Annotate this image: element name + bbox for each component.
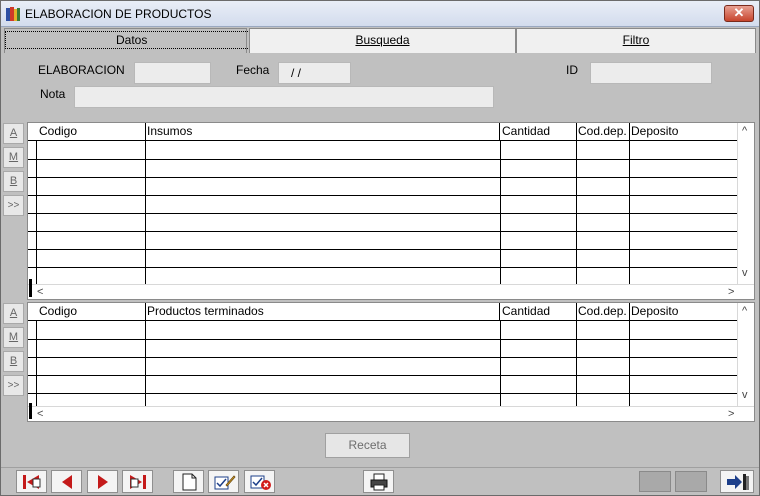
scroll-up-icon[interactable]: ^: [742, 125, 747, 137]
productos-horizontal-scrollbar[interactable]: < >: [28, 403, 754, 421]
tab-filtro-label: Filtro: [622, 33, 650, 47]
table-row[interactable]: [28, 357, 738, 358]
insumos-add-button[interactable]: A: [3, 123, 24, 144]
nota-field[interactable]: [74, 86, 494, 108]
insumos-col-deposito[interactable]: Deposito: [629, 123, 739, 141]
table-row[interactable]: [28, 339, 738, 340]
print-icon: [370, 473, 388, 491]
table-row[interactable]: [28, 195, 738, 196]
elaboracion-label: ELABORACION: [38, 63, 125, 77]
insumos-grid-header: Codigo Insumos Cantidad Cod.dep. Deposit…: [28, 123, 754, 141]
receta-button[interactable]: Receta: [325, 433, 410, 458]
productos-vertical-scrollbar[interactable]: ^ v: [737, 303, 754, 406]
close-icon: ✕: [733, 5, 745, 20]
edit-record-button[interactable]: [208, 470, 239, 493]
first-record-button[interactable]: [16, 470, 47, 493]
productos-modify-button[interactable]: M: [3, 327, 24, 348]
toolbar-blank-slot: [639, 471, 671, 492]
productos-add-button[interactable]: A: [3, 303, 24, 324]
tab-datos-label: Datos: [5, 31, 259, 49]
scroll-down-icon[interactable]: v: [742, 267, 748, 279]
print-button[interactable]: [363, 470, 394, 493]
fecha-label: Fecha: [236, 63, 270, 77]
insumos-modify-button[interactable]: M: [3, 147, 24, 168]
fecha-field[interactable]: / /: [278, 62, 351, 84]
insumos-horizontal-scrollbar[interactable]: < >: [28, 279, 754, 299]
id-field[interactable]: [590, 62, 712, 84]
id-label: ID: [566, 63, 578, 77]
last-record-button[interactable]: [122, 470, 153, 493]
insumos-col-codigo[interactable]: Codigo: [37, 123, 146, 141]
exit-button[interactable]: [720, 470, 754, 493]
window-title: ELABORACION DE PRODUCTOS: [25, 7, 212, 21]
table-row[interactable]: [28, 375, 738, 376]
insumos-delete-button[interactable]: B: [3, 171, 24, 192]
edit-record-icon: [214, 475, 236, 490]
new-record-button[interactable]: [173, 470, 204, 493]
insumos-more-button[interactable]: >>: [3, 195, 24, 216]
main-window: ELABORACION DE PRODUCTOS ✕ Datos Busqued…: [0, 0, 760, 496]
productos-col-cantidad[interactable]: Cantidad: [500, 303, 577, 321]
exit-icon: [727, 474, 749, 490]
table-row[interactable]: [28, 249, 738, 250]
scroll-left-icon[interactable]: <: [37, 408, 43, 420]
title-bar: ELABORACION DE PRODUCTOS ✕: [1, 1, 759, 27]
productos-col-coddep[interactable]: Cod.dep.: [576, 303, 630, 321]
table-row[interactable]: [28, 159, 738, 160]
insumos-col-coddep[interactable]: Cod.dep.: [576, 123, 630, 141]
tab-datos[interactable]: Datos: [4, 28, 259, 53]
toolbar-blank-slot: [675, 471, 707, 492]
prev-record-button[interactable]: [51, 470, 82, 493]
productos-grid[interactable]: Codigo Productos terminados Cantidad Cod…: [27, 302, 755, 422]
tab-bar: Datos Busqueda Filtro: [4, 28, 756, 53]
delete-record-button[interactable]: [244, 470, 275, 493]
next-record-button[interactable]: [87, 470, 118, 493]
insumos-col-cantidad[interactable]: Cantidad: [500, 123, 577, 141]
delete-record-icon: [250, 475, 271, 490]
scroll-down-icon[interactable]: v: [742, 389, 748, 401]
tab-filtro[interactable]: Filtro: [516, 28, 756, 53]
prev-record-icon: [62, 475, 72, 489]
insumos-grid[interactable]: Codigo Insumos Cantidad Cod.dep. Deposit…: [27, 122, 755, 300]
scroll-up-icon[interactable]: ^: [742, 305, 747, 317]
last-record-icon: [130, 475, 146, 489]
productos-delete-button[interactable]: B: [3, 351, 24, 372]
productos-more-button[interactable]: >>: [3, 375, 24, 396]
productos-col-productos[interactable]: Productos terminados: [145, 303, 500, 321]
insumos-vertical-scrollbar[interactable]: ^ v: [737, 123, 754, 284]
scroll-left-icon[interactable]: <: [37, 286, 43, 298]
tab-busqueda-label: Busqueda: [355, 33, 410, 47]
productos-col-deposito[interactable]: Deposito: [629, 303, 739, 321]
first-record-icon: [23, 475, 41, 489]
table-row[interactable]: [28, 231, 738, 232]
nota-label: Nota: [40, 87, 66, 101]
productos-grid-header: Codigo Productos terminados Cantidad Cod…: [28, 303, 754, 321]
insumos-scroll-marker: [29, 279, 32, 297]
table-row[interactable]: [28, 393, 738, 394]
scroll-right-icon[interactable]: >: [728, 408, 734, 420]
scroll-right-icon[interactable]: >: [728, 286, 734, 298]
app-icon: [5, 6, 21, 22]
insumos-col-insumos[interactable]: Insumos: [145, 123, 500, 141]
next-record-icon: [98, 475, 108, 489]
bottom-toolbar: [1, 467, 759, 495]
new-record-icon: [182, 473, 197, 491]
table-row[interactable]: [28, 177, 738, 178]
close-button[interactable]: ✕: [724, 5, 754, 22]
productos-col-codigo[interactable]: Codigo: [37, 303, 146, 321]
elaboracion-field[interactable]: [134, 62, 211, 84]
table-row[interactable]: [28, 267, 738, 268]
table-row[interactable]: [28, 213, 738, 214]
tab-busqueda[interactable]: Busqueda: [249, 28, 516, 53]
productos-scroll-marker: [29, 403, 32, 419]
